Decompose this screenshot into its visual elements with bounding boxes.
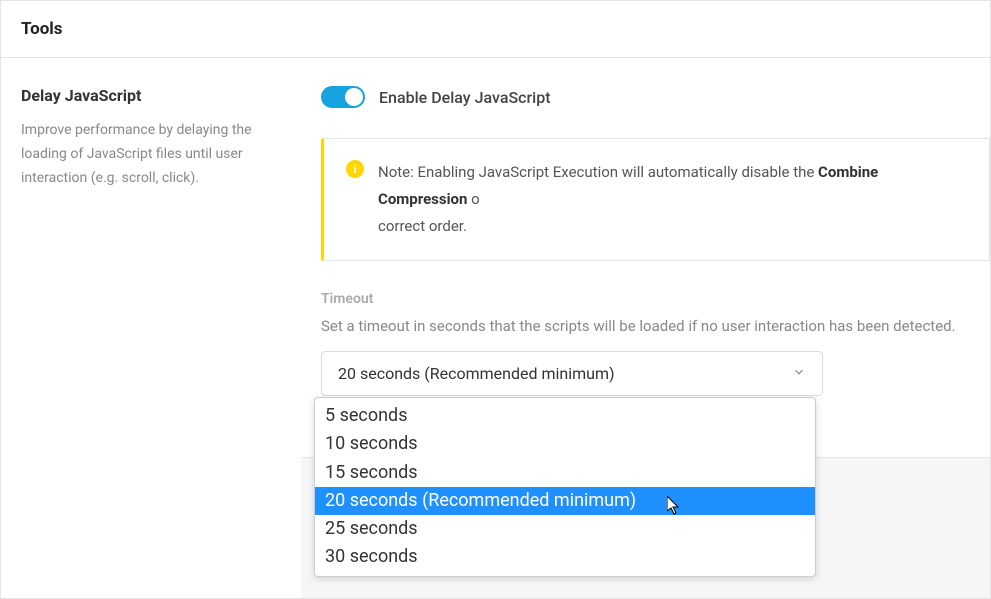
panel-body: Delay JavaScript Improve performance by … [1,58,990,396]
page-title: Tools [21,19,970,39]
toggle-label: Enable Delay JavaScript [379,88,551,107]
timeout-option-selected[interactable]: 20 seconds (Recommended minimum) [315,487,815,515]
timeout-option[interactable]: 25 seconds [315,515,815,543]
timeout-option[interactable]: 15 seconds [315,459,815,487]
timeout-dropdown: 5 seconds 10 seconds 15 seconds 20 secon… [314,397,816,577]
enable-delay-js-toggle[interactable] [321,86,365,108]
section-description: Improve performance by delaying the load… [21,119,281,190]
settings-panel: Tools Delay JavaScript Improve performan… [0,0,991,599]
timeout-option[interactable]: 5 seconds [315,402,815,430]
section-content: Enable Delay JavaScript i Note: Enabling… [281,86,990,396]
timeout-description: Set a timeout in seconds that the script… [321,317,990,335]
warning-notice: i Note: Enabling JavaScript Execution wi… [321,138,990,261]
toggle-knob [345,88,363,106]
timeout-option[interactable]: 30 seconds [315,543,815,571]
panel-header: Tools [1,1,990,58]
notice-line2: correct order. [378,217,467,235]
chevron-down-icon [792,364,806,383]
timeout-selected-value: 20 seconds (Recommended minimum) [338,364,615,383]
notice-text: Note: Enabling JavaScript Execution will… [378,159,967,240]
toggle-row: Enable Delay JavaScript [321,86,990,108]
info-icon: i [346,160,364,178]
timeout-select[interactable]: 20 seconds (Recommended minimum) [321,351,823,396]
notice-suffix: o [467,190,479,208]
timeout-select-wrap: 20 seconds (Recommended minimum) 5 secon… [321,351,823,396]
timeout-option[interactable]: 10 seconds [315,430,815,458]
section-title: Delay JavaScript [21,86,281,105]
timeout-label: Timeout [321,291,990,307]
section-info: Delay JavaScript Improve performance by … [21,86,281,396]
notice-prefix: Note: Enabling JavaScript Execution will… [378,163,818,181]
